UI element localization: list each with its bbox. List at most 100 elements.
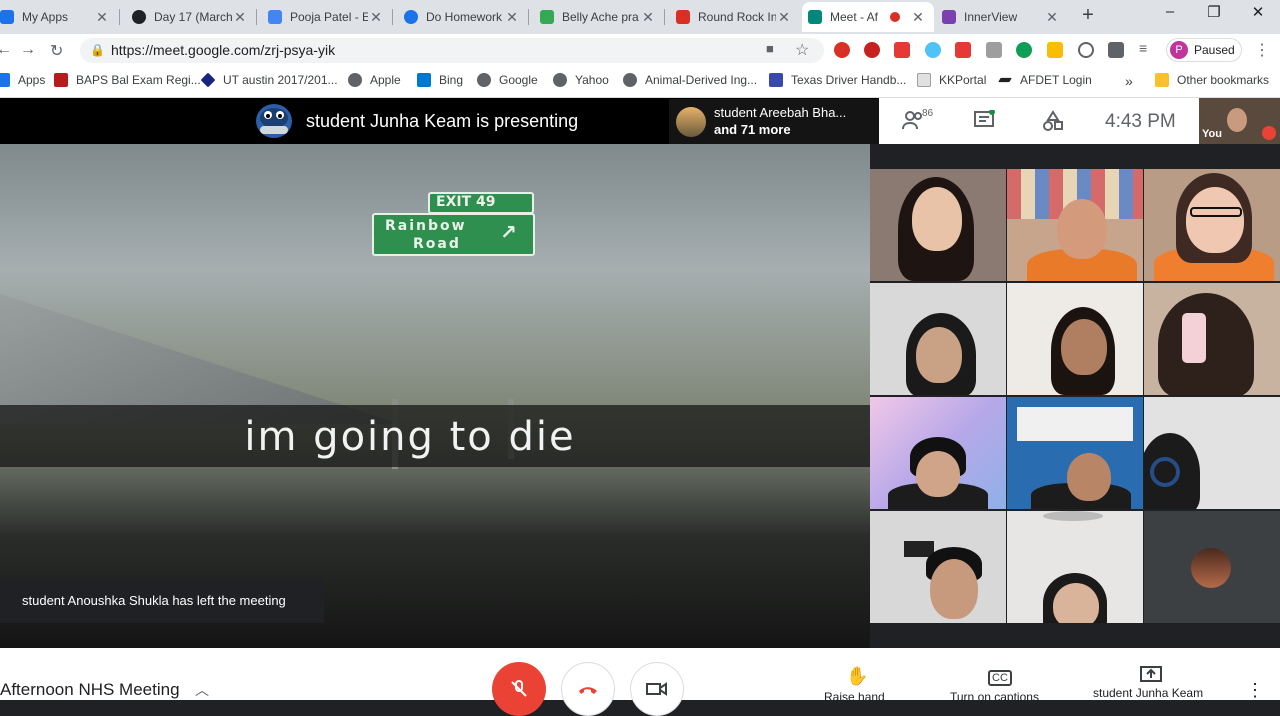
minimize-button[interactable]: – (1155, 3, 1185, 20)
bookmark-baps[interactable]: BAPS Bal Exam Regi... (54, 73, 201, 87)
extension-tp-icon[interactable] (955, 42, 971, 58)
tab-innerview[interactable]: InnerView ✕ (936, 2, 1068, 32)
people-icon[interactable] (902, 110, 924, 136)
presenter-label[interactable]: student Junha Keam (1093, 686, 1203, 700)
bookmark-bing[interactable]: Bing (417, 73, 463, 87)
bookmarks-overflow-icon[interactable]: » (1125, 73, 1133, 89)
s-icon (132, 10, 146, 24)
participant-tile[interactable] (1007, 511, 1143, 623)
close-icon[interactable]: ✕ (368, 9, 384, 26)
chevron-up-icon[interactable]: ︿ (195, 680, 209, 700)
bookmark-yahoo[interactable]: Yahoo (553, 73, 609, 87)
profile-button[interactable]: P Paused (1166, 38, 1242, 62)
participant-tile[interactable] (1144, 397, 1280, 509)
tab-belly-ache[interactable]: Belly Ache pra ✕ (534, 2, 664, 32)
tab-round-rock[interactable]: Round Rock In ✕ (670, 2, 800, 32)
back-icon[interactable]: ← (0, 41, 12, 59)
forward-icon[interactable]: → (20, 41, 36, 59)
bookmark-google[interactable]: Google (477, 73, 538, 87)
captions-label[interactable]: Turn on captions (950, 690, 1039, 704)
extension-icon[interactable] (894, 42, 910, 58)
participant-tile[interactable] (870, 397, 1006, 509)
extensions-puzzle-icon[interactable] (1108, 42, 1124, 58)
media-control-icon[interactable]: ≡ (1139, 40, 1147, 56)
extension-camera-icon[interactable] (986, 42, 1002, 58)
close-icon[interactable]: ✕ (232, 9, 248, 26)
bookmark-apple[interactable]: Apple (348, 73, 401, 87)
others-count: and 71 more (714, 122, 791, 137)
self-video-tile[interactable]: You (1199, 98, 1280, 144)
camera-toggle-button[interactable] (630, 662, 684, 716)
portal-icon (917, 73, 931, 87)
hangup-button[interactable] (561, 662, 615, 716)
new-tab-button[interactable]: + (1078, 4, 1098, 27)
tab-meet-active[interactable]: Meet - Af ✕ (802, 2, 934, 32)
bookmark-animal-derived[interactable]: Animal-Derived Ing... (623, 73, 757, 87)
round-rock-icon (676, 10, 690, 24)
tab-do-homework[interactable]: Do Homework ✕ (398, 2, 528, 32)
participant-tile[interactable] (870, 511, 1006, 623)
participant-tile[interactable] (870, 169, 1006, 281)
extension-thumb-icon[interactable] (1047, 42, 1063, 58)
reload-icon[interactable]: ↻ (50, 41, 63, 61)
close-icon[interactable]: ✕ (504, 9, 520, 26)
tab-my-apps[interactable]: My Apps ✕ (0, 2, 118, 32)
road-sign-line1: Rainbow (385, 218, 467, 234)
bookmark-other[interactable]: Other bookmarks (1155, 73, 1269, 87)
extension-opera-icon[interactable] (834, 42, 850, 58)
camera-permission-icon[interactable]: ■ (766, 41, 774, 56)
people-count: 86 (922, 108, 934, 119)
close-icon[interactable]: ✕ (94, 9, 110, 26)
chat-icon[interactable] (973, 109, 995, 136)
close-window-button[interactable]: ✕ (1243, 3, 1273, 21)
lock-icon[interactable]: 🔒 (90, 43, 105, 57)
presenter-avatar (256, 104, 292, 138)
activities-icon[interactable] (1042, 110, 1064, 138)
bookmark-afdet[interactable]: AFDET Login (998, 73, 1092, 87)
participant-tile[interactable] (870, 283, 1006, 395)
meeting-title[interactable]: Afternoon NHS Meeting (0, 680, 180, 700)
participant-tile[interactable] (1144, 283, 1280, 395)
hand-icon[interactable]: ✋ (846, 666, 868, 687)
extension-cloud-icon[interactable] (925, 42, 941, 58)
others-name: student Areebah Bha... (714, 105, 847, 120)
bookmark-star-icon[interactable]: ☆ (795, 40, 809, 60)
menu-dots-icon[interactable]: ⋮ (1254, 40, 1270, 60)
bookmark-texas-driver[interactable]: Texas Driver Handb... (769, 73, 906, 87)
globe-icon (477, 73, 491, 87)
url-text[interactable]: https://meet.google.com/zrj-psya-yik (111, 42, 335, 58)
globe-icon (623, 73, 637, 87)
close-icon[interactable]: ✕ (776, 9, 792, 26)
afdet-icon (998, 77, 1012, 83)
mic-toggle-button[interactable] (492, 662, 546, 716)
raise-hand-label[interactable]: Raise hand (824, 690, 885, 704)
tab-day-17[interactable]: Day 17 (March ✕ (126, 2, 256, 32)
close-icon[interactable]: ✕ (1044, 9, 1060, 26)
bookmark-ut-austin[interactable]: UT austin 2017/201... (200, 72, 338, 88)
profile-status: Paused (1194, 43, 1235, 57)
participant-tile[interactable] (1144, 169, 1280, 281)
participant-tile[interactable] (1007, 283, 1143, 395)
arrow-icon: ↗ (500, 220, 517, 244)
captions-icon[interactable]: CC (988, 670, 1012, 686)
diamond-icon (200, 72, 216, 88)
headphones-icon (1150, 457, 1180, 487)
bookmark-kkportal[interactable]: KKPortal (917, 73, 986, 87)
participant-tile[interactable] (1007, 169, 1143, 281)
extension-block-icon[interactable] (1078, 42, 1094, 58)
participants-preview[interactable]: student Areebah Bha... and 71 more (669, 99, 879, 144)
docs-icon (268, 10, 282, 24)
participant-tile[interactable] (1007, 397, 1143, 509)
participant-avatar (676, 107, 706, 137)
avatar: P (1170, 41, 1188, 59)
bookmark-apps[interactable]: Apps (0, 73, 45, 87)
more-options-icon[interactable]: ⋮ (1246, 680, 1264, 701)
close-icon[interactable]: ✕ (910, 9, 926, 26)
tab-strip: My Apps ✕ Day 17 (March ✕ Pooja Patel - E ✕… (0, 0, 1280, 34)
tab-pooja-patel[interactable]: Pooja Patel - E ✕ (262, 2, 392, 32)
restore-button[interactable]: ❐ (1199, 3, 1229, 21)
extension-grammarly-icon[interactable] (1016, 42, 1032, 58)
extension-abp-icon[interactable] (864, 42, 880, 58)
close-icon[interactable]: ✕ (640, 9, 656, 26)
participant-avatar (1191, 548, 1231, 588)
